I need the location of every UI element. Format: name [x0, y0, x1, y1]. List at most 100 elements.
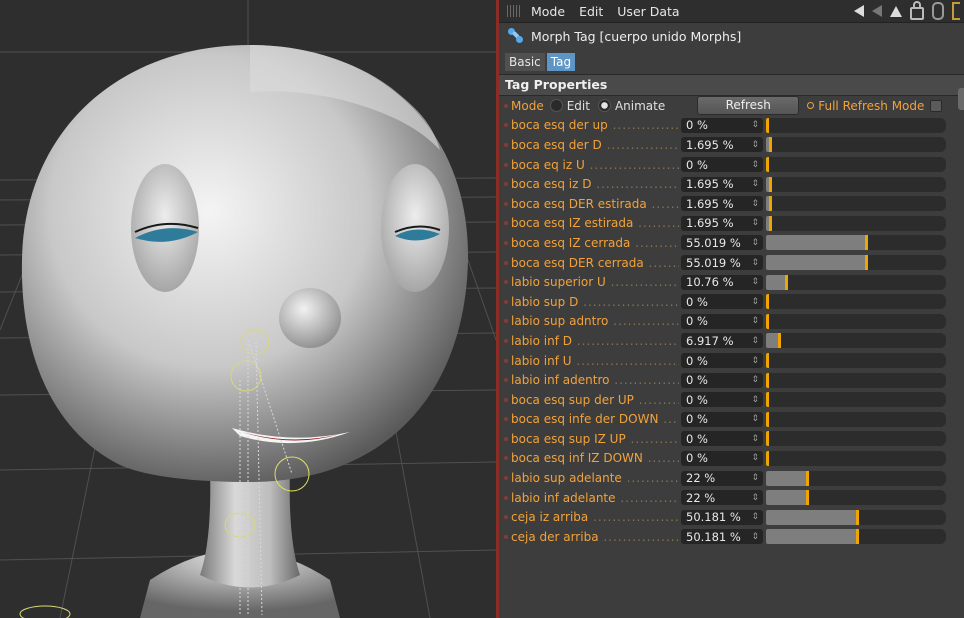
morph-slider[interactable]: [766, 313, 946, 329]
slider-handle[interactable]: [766, 294, 769, 310]
morph-value[interactable]: 22 %: [686, 491, 715, 505]
morph-slider[interactable]: [766, 470, 946, 486]
slider-handle[interactable]: [766, 372, 769, 388]
stepper-arrows-icon[interactable]: ⇕: [751, 316, 759, 326]
slider-handle[interactable]: [856, 529, 859, 545]
stepper-arrows-icon[interactable]: ⇕: [751, 238, 759, 248]
slider-handle[interactable]: [865, 235, 868, 251]
grip-icon[interactable]: [507, 5, 521, 17]
animation-dot-icon[interactable]: [504, 142, 508, 147]
animation-dot-icon[interactable]: [504, 299, 508, 304]
stepper-arrows-icon[interactable]: ⇕: [751, 356, 759, 366]
morph-value[interactable]: 55.019 %: [686, 236, 741, 250]
animation-dot-icon[interactable]: [504, 103, 508, 108]
slider-handle[interactable]: [769, 137, 772, 153]
morph-value[interactable]: 1.695 %: [686, 138, 734, 152]
morph-value[interactable]: 0 %: [686, 393, 708, 407]
stepper-arrows-icon[interactable]: ⇕: [751, 140, 759, 150]
stepper-arrows-icon[interactable]: ⇕: [751, 336, 759, 346]
tab-tag[interactable]: Tag: [546, 53, 576, 71]
morph-value[interactable]: 0 %: [686, 158, 708, 172]
stepper-arrows-icon[interactable]: ⇕: [751, 375, 759, 385]
morph-slider[interactable]: [766, 176, 946, 192]
animation-dot-icon[interactable]: [504, 476, 508, 481]
animation-dot-icon[interactable]: [504, 534, 508, 539]
morph-slider[interactable]: [766, 450, 946, 466]
slider-handle[interactable]: [769, 215, 772, 231]
morph-slider[interactable]: [766, 294, 946, 310]
morph-value[interactable]: 0 %: [686, 118, 708, 132]
morph-slider[interactable]: [766, 333, 946, 349]
morph-slider[interactable]: [766, 529, 946, 545]
morph-value[interactable]: 0 %: [686, 354, 708, 368]
morph-value[interactable]: 55.019 %: [686, 256, 741, 270]
slider-handle[interactable]: [766, 431, 769, 447]
slider-handle[interactable]: [766, 353, 769, 369]
animation-dot-icon[interactable]: [504, 240, 508, 245]
animation-dot-icon[interactable]: [504, 338, 508, 343]
stepper-arrows-icon[interactable]: ⇕: [751, 120, 759, 130]
menu-edit[interactable]: Edit: [579, 4, 603, 19]
tab-basic[interactable]: Basic: [505, 53, 545, 71]
stepper-arrows-icon[interactable]: ⇕: [751, 532, 759, 542]
morph-value[interactable]: 10.76 %: [686, 275, 734, 289]
morph-value[interactable]: 0 %: [686, 295, 708, 309]
stepper-arrows-icon[interactable]: ⇕: [751, 179, 759, 189]
refresh-button[interactable]: Refresh: [697, 96, 800, 116]
slider-handle[interactable]: [778, 333, 781, 349]
morph-value[interactable]: 1.695 %: [686, 197, 734, 211]
3d-viewport[interactable]: [0, 0, 496, 618]
new-panel-icon[interactable]: [952, 2, 960, 20]
menu-user-data[interactable]: User Data: [617, 4, 679, 19]
morph-slider[interactable]: [766, 157, 946, 173]
morph-value-field[interactable]: 1.695 % ⇕: [681, 196, 763, 212]
morph-slider[interactable]: [766, 431, 946, 447]
stepper-arrows-icon[interactable]: ⇕: [751, 473, 759, 483]
animation-dot-icon[interactable]: [504, 221, 508, 226]
morph-value-field[interactable]: 0 % ⇕: [681, 411, 763, 427]
morph-value-field[interactable]: 10.76 % ⇕: [681, 274, 763, 290]
radio-edit[interactable]: [549, 99, 563, 113]
morph-value[interactable]: 50.181 %: [686, 530, 741, 544]
stepper-arrows-icon[interactable]: ⇕: [751, 512, 759, 522]
slider-handle[interactable]: [856, 509, 859, 525]
morph-value-field[interactable]: 50.181 % ⇕: [681, 529, 763, 545]
morph-value[interactable]: 0 %: [686, 451, 708, 465]
animation-dot-icon[interactable]: [504, 162, 508, 167]
menu-mode[interactable]: Mode: [531, 4, 565, 19]
stepper-arrows-icon[interactable]: ⇕: [751, 258, 759, 268]
up-arrow-icon[interactable]: [890, 5, 902, 17]
morph-value[interactable]: 0 %: [686, 314, 708, 328]
morph-value-field[interactable]: 0 % ⇕: [681, 450, 763, 466]
slider-handle[interactable]: [766, 392, 769, 408]
morph-value-field[interactable]: 0 % ⇕: [681, 392, 763, 408]
animation-dot-icon[interactable]: [504, 456, 508, 461]
animation-dot-icon[interactable]: [504, 201, 508, 206]
scrollbar-handle[interactable]: [958, 88, 964, 110]
morph-value-field[interactable]: 0 % ⇕: [681, 313, 763, 329]
animation-dot-icon[interactable]: [504, 280, 508, 285]
morph-slider[interactable]: [766, 196, 946, 212]
morph-value[interactable]: 0 %: [686, 412, 708, 426]
stepper-arrows-icon[interactable]: ⇕: [751, 453, 759, 463]
morph-value-field[interactable]: 1.695 % ⇕: [681, 215, 763, 231]
morph-value-field[interactable]: 55.019 % ⇕: [681, 255, 763, 271]
morph-value-field[interactable]: 1.695 % ⇕: [681, 137, 763, 153]
morph-value-field[interactable]: 0 % ⇕: [681, 294, 763, 310]
stepper-arrows-icon[interactable]: ⇕: [751, 493, 759, 503]
morph-value-field[interactable]: 0 % ⇕: [681, 157, 763, 173]
animation-dot-icon[interactable]: [504, 182, 508, 187]
morph-slider[interactable]: [766, 255, 946, 271]
section-header[interactable]: Tag Properties: [499, 74, 964, 96]
back-arrow-icon[interactable]: [854, 5, 864, 17]
morph-slider[interactable]: [766, 353, 946, 369]
morph-value[interactable]: 0 %: [686, 373, 708, 387]
animation-dot-icon[interactable]: [504, 358, 508, 363]
radio-edit-label[interactable]: Edit: [567, 99, 590, 113]
morph-slider[interactable]: [766, 490, 946, 506]
animation-dot-icon[interactable]: [504, 378, 508, 383]
morph-slider[interactable]: [766, 215, 946, 231]
slider-handle[interactable]: [769, 176, 772, 192]
morph-value-field[interactable]: 0 % ⇕: [681, 353, 763, 369]
stepper-arrows-icon[interactable]: ⇕: [751, 395, 759, 405]
